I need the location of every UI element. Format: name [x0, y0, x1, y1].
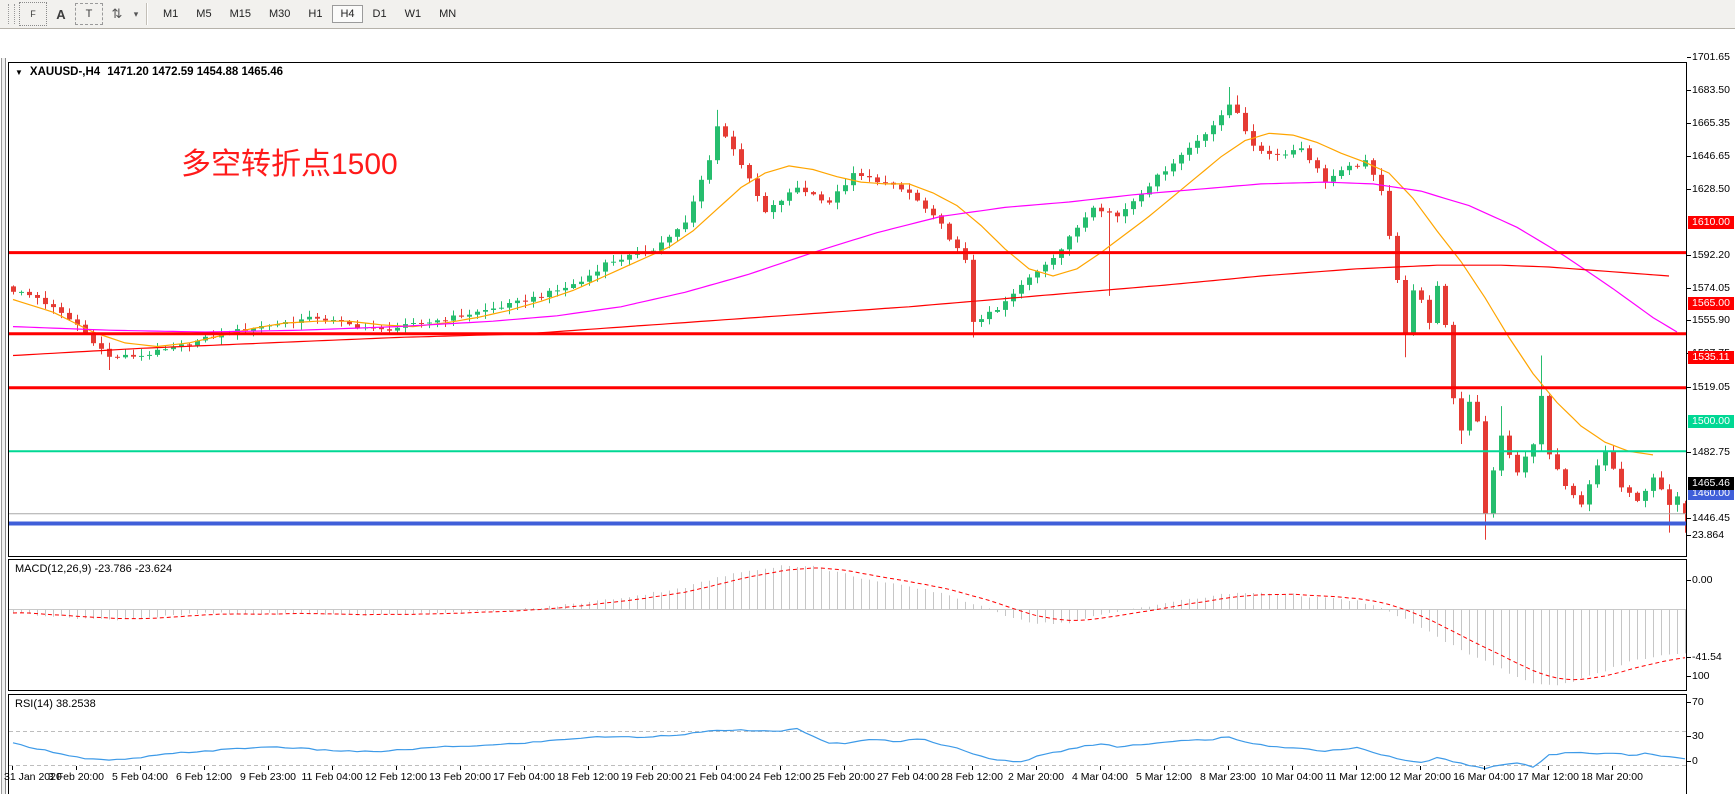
chart-annotation-text[interactable]: 多空转折点1500: [181, 139, 398, 183]
chart-title: ▼ XAUUSD-,H4 1471.20 1472.59 1454.88 146…: [15, 66, 283, 78]
mt4-window: FAT⇅▾ M1M5M15M30H1H4D1W1MN ▼ XAUUSD-,H4 …: [0, 0, 1735, 794]
toolbar-icon-group: FAT⇅▾: [19, 2, 141, 26]
horizontal-price-lines[interactable]: [9, 253, 1686, 524]
timeframe-button-W1[interactable]: W1: [397, 5, 430, 23]
rsi-title: RSI(14) 38.2538: [15, 698, 96, 710]
timeframe-button-H4[interactable]: H4: [332, 5, 362, 23]
symbol-label: XAUUSD-,H4: [30, 66, 100, 78]
rsi-chart: [9, 695, 1686, 794]
window-left-edge: [0, 58, 7, 794]
candlestick-chart: [9, 63, 1686, 556]
main-chart[interactable]: ▼ XAUUSD-,H4 1471.20 1472.59 1454.88 146…: [8, 62, 1687, 557]
toolbar-grip[interactable]: [8, 4, 15, 24]
timeframe-button-MN[interactable]: MN: [431, 5, 464, 23]
timeframe-toolbar: M1M5M15M30H1H4D1W1MN: [155, 5, 464, 23]
ma-slow-red: [13, 265, 1669, 355]
chart-window: ▼ XAUUSD-,H4 1471.20 1472.59 1454.88 146…: [0, 29, 1735, 794]
timeframe-button-H1[interactable]: H1: [300, 5, 330, 23]
macd-title: MACD(12,26,9) -23.786 -23.624: [15, 563, 172, 575]
macd-chart: [9, 560, 1686, 690]
toolbar: FAT⇅▾ M1M5M15M30H1H4D1W1MN: [0, 0, 1735, 29]
timeframe-button-M30[interactable]: M30: [261, 5, 298, 23]
arrow-objects-icon[interactable]: ⇅: [107, 4, 127, 24]
timeframe-button-D1[interactable]: D1: [365, 5, 395, 23]
symbol-dropdown-icon[interactable]: ▼: [15, 68, 23, 77]
macd-histogram: [14, 565, 1686, 685]
ohlc-values: 1471.20 1472.59 1454.88 1465.46: [107, 66, 283, 78]
macd-panel[interactable]: MACD(12,26,9) -23.786 -23.624: [8, 559, 1687, 691]
rsi-line: [13, 729, 1685, 769]
macd-signal-line: [13, 568, 1685, 680]
text-label-icon[interactable]: A: [51, 4, 71, 24]
toolbar-separator: [146, 3, 148, 25]
text-box-icon[interactable]: T: [75, 3, 103, 25]
indicator-grid-icon[interactable]: F: [19, 2, 47, 26]
timeframe-button-M5[interactable]: M5: [188, 5, 219, 23]
dropdown-caret-icon[interactable]: ▾: [131, 4, 141, 24]
timeframe-button-M1[interactable]: M1: [155, 5, 186, 23]
rsi-panel[interactable]: RSI(14) 38.2538: [8, 694, 1687, 794]
timeframe-button-M15[interactable]: M15: [222, 5, 259, 23]
